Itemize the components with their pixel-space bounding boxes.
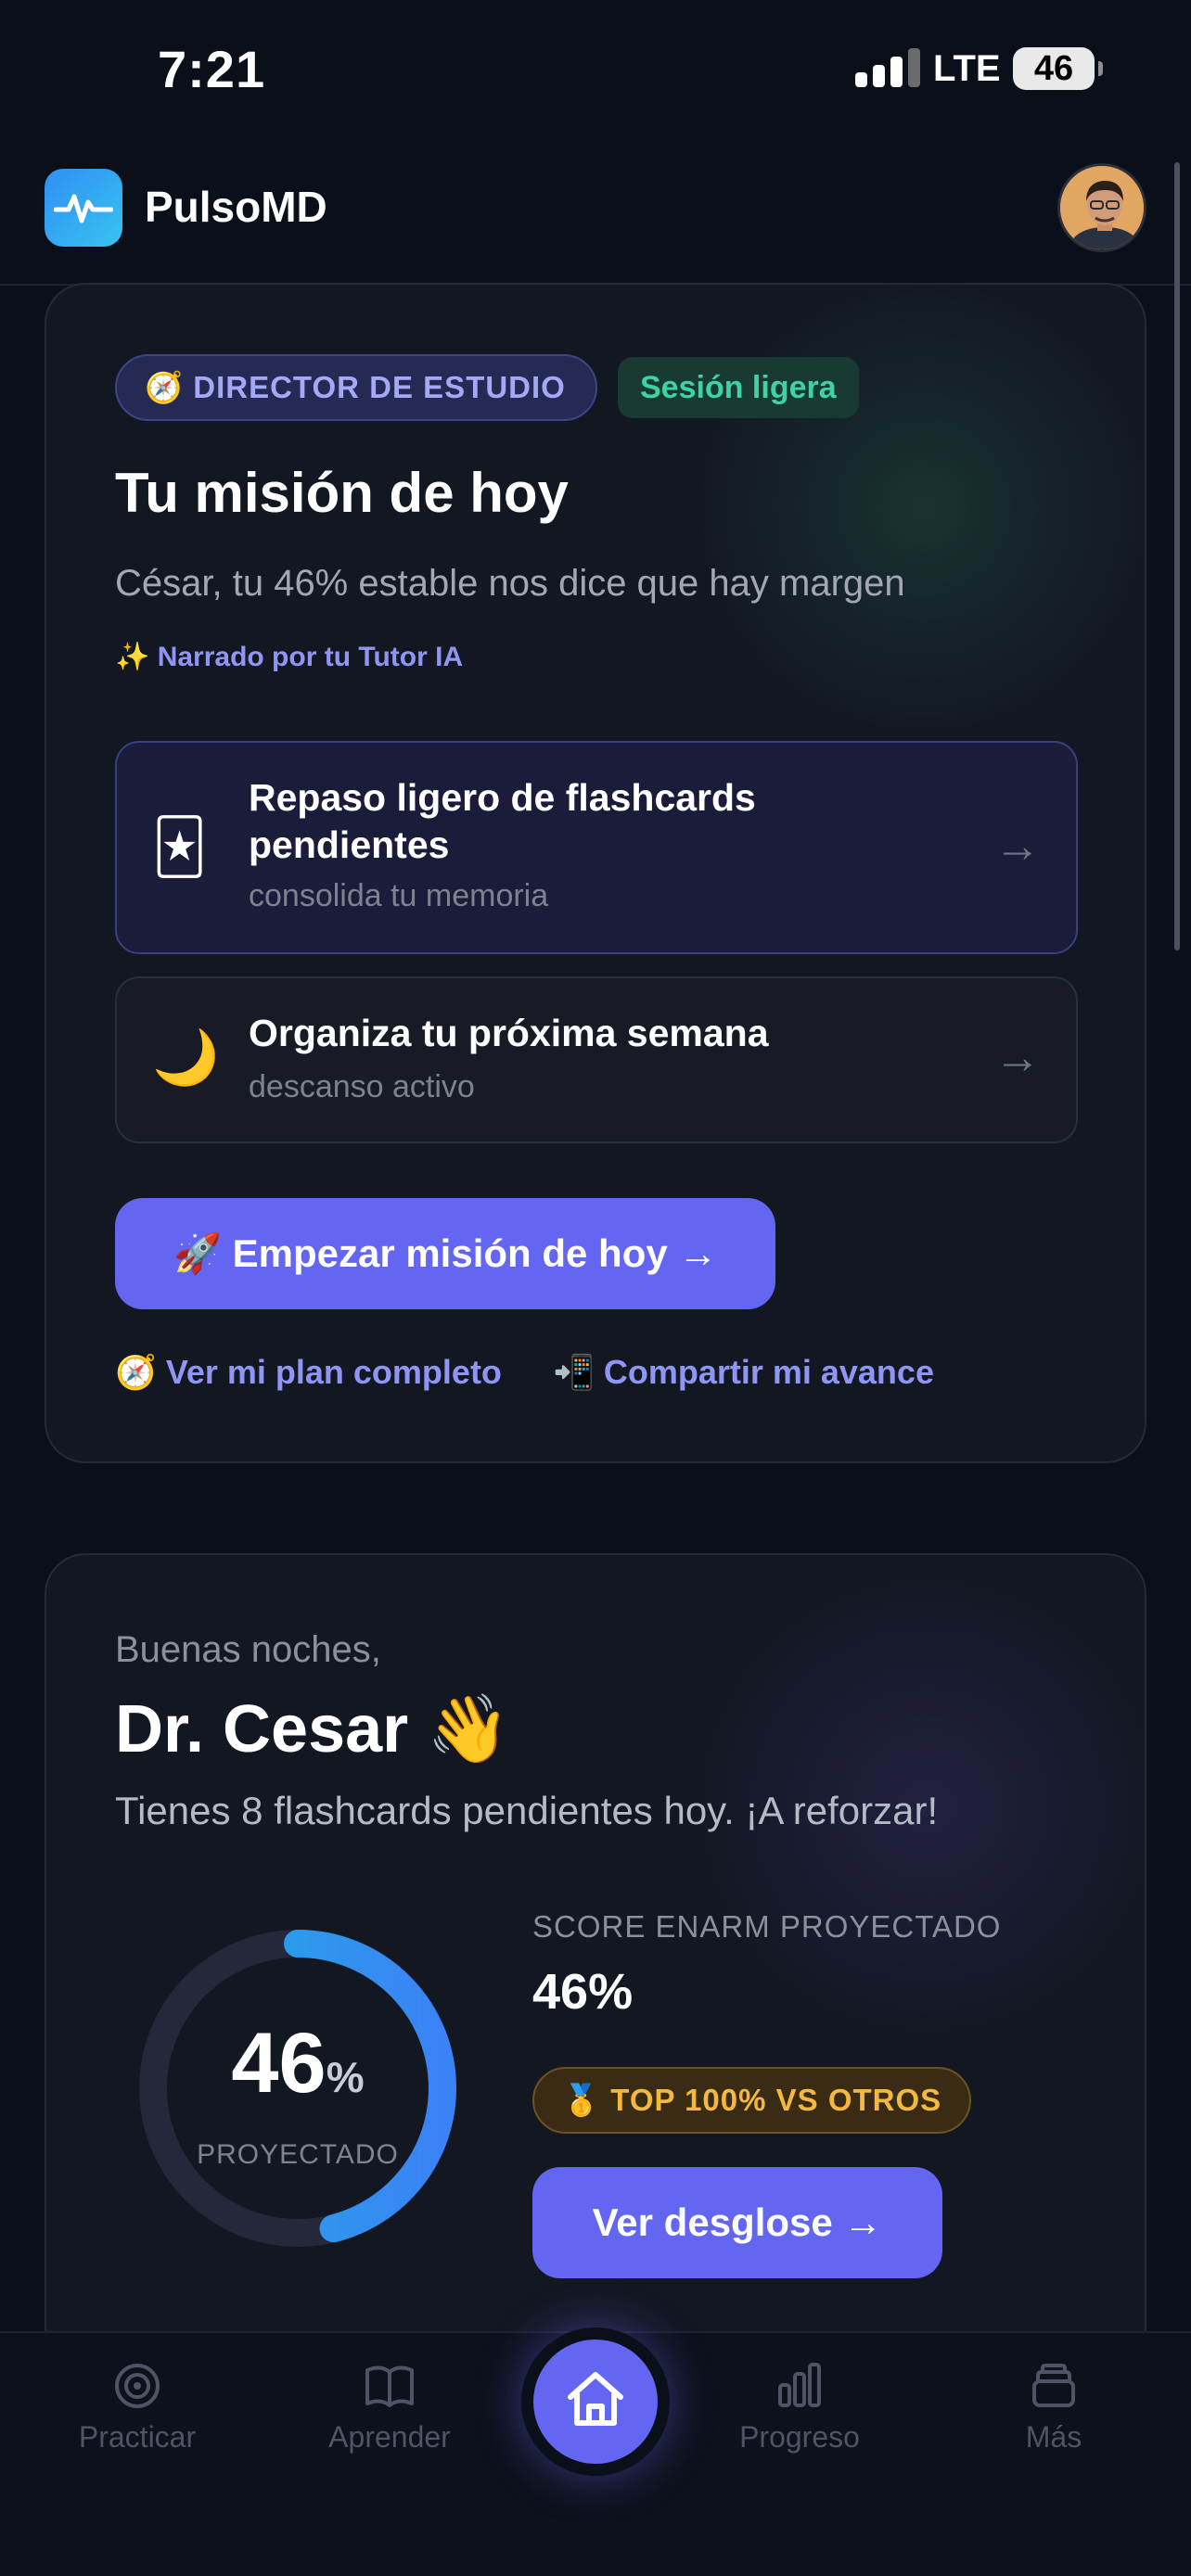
stack-icon xyxy=(1032,2364,1075,2407)
score-label: SCORE ENARM PROYECTADO xyxy=(532,1909,1002,1944)
task-meta: descanso activo xyxy=(249,1069,475,1104)
nav-label: Practicar xyxy=(78,2420,197,2454)
ring-label: PROYECTADO xyxy=(197,2139,399,2170)
director-badge: 🧭 DIRECTOR DE ESTUDIO xyxy=(115,354,597,421)
nav-label: Progreso xyxy=(739,2420,860,2454)
session-badge: Sesión ligera xyxy=(618,357,859,418)
mission-card: 🧭 DIRECTOR DE ESTUDIO Sesión ligera Tu m… xyxy=(45,283,1146,1463)
task-title: Repaso ligero de flashcards pendientes xyxy=(249,776,756,866)
nav-mas[interactable]: Más xyxy=(961,2361,1146,2455)
nav-home-button[interactable] xyxy=(521,2327,670,2476)
arrow-right-icon: → xyxy=(994,820,1041,872)
scrollbar[interactable] xyxy=(1174,162,1180,950)
avatar[interactable] xyxy=(1057,163,1146,252)
nav-aprender[interactable]: Aprender xyxy=(297,2361,482,2455)
app-header: PulsoMD xyxy=(0,139,1191,286)
moon-icon: 🌙 xyxy=(152,1027,220,1088)
narrator-label: ✨ Narrado por tu Tutor IA xyxy=(115,642,464,672)
start-mission-button[interactable]: 🚀 Empezar misión de hoy → xyxy=(115,1198,775,1309)
mission-subtitle: César, tu 46% estable nos dice que hay m… xyxy=(115,563,905,604)
view-plan-link[interactable]: 🧭 Ver mi plan completo xyxy=(115,1353,502,1392)
nav-practicar[interactable]: Practicar xyxy=(45,2361,230,2455)
progress-ring: 46% PROYECTADO xyxy=(135,1926,460,2251)
ring-number: 46 xyxy=(231,2016,327,2111)
pulse-logo-icon xyxy=(45,169,122,247)
battery-icon: 46 xyxy=(1013,47,1103,90)
playing-card-icon: 🃏 xyxy=(152,817,208,877)
view-breakdown-button[interactable]: Ver desglose → xyxy=(532,2167,942,2278)
home-icon xyxy=(568,2372,623,2426)
ring-value: 46% xyxy=(135,2015,460,2112)
mission-title: Tu misión de hoy xyxy=(115,462,569,524)
target-icon xyxy=(115,2364,160,2408)
signal-icon xyxy=(855,48,920,87)
ring-percent-sign: % xyxy=(326,2053,365,2101)
decorative-glow xyxy=(700,285,1145,730)
nav-progreso[interactable]: Progreso xyxy=(707,2361,892,2455)
app-screen: 7:21 LTE 46 PulsoMD 🧭 DIRECTOR DE ESTUDI… xyxy=(0,0,1191,2576)
nav-label: Aprender xyxy=(328,2420,451,2454)
score-value: 46% xyxy=(532,1964,634,2020)
network-type: LTE xyxy=(933,48,1001,89)
rank-badge: 🥇 TOP 100% VS OTROS xyxy=(532,2067,972,2134)
bar-chart-icon xyxy=(778,2363,821,2407)
task-organize-week[interactable]: 🌙 Organiza tu próxima semana descanso ac… xyxy=(115,976,1078,1143)
book-icon xyxy=(365,2366,414,2407)
status-time: 7:21 xyxy=(158,40,266,98)
status-bar: 7:21 LTE 46 xyxy=(0,0,1191,139)
task-flashcards[interactable]: 🃏 Repaso ligero de flashcards pendientes… xyxy=(115,741,1078,954)
brand-name: PulsoMD xyxy=(145,183,327,231)
greeting-text: Buenas noches, xyxy=(115,1629,381,1670)
nav-home-circle xyxy=(533,2340,658,2464)
pending-summary: Tienes 8 flashcards pendientes hoy. ¡A r… xyxy=(115,1789,939,1832)
user-name: Dr. Cesar 👋 xyxy=(115,1692,510,1766)
task-meta: consolida tu memoria xyxy=(249,878,549,913)
arrow-right-icon: → xyxy=(994,1031,1041,1083)
nav-label: Más xyxy=(1025,2420,1082,2454)
task-title: Organiza tu próxima semana xyxy=(249,1012,769,1054)
share-progress-link[interactable]: 📲 Compartir mi avance xyxy=(553,1353,934,1392)
